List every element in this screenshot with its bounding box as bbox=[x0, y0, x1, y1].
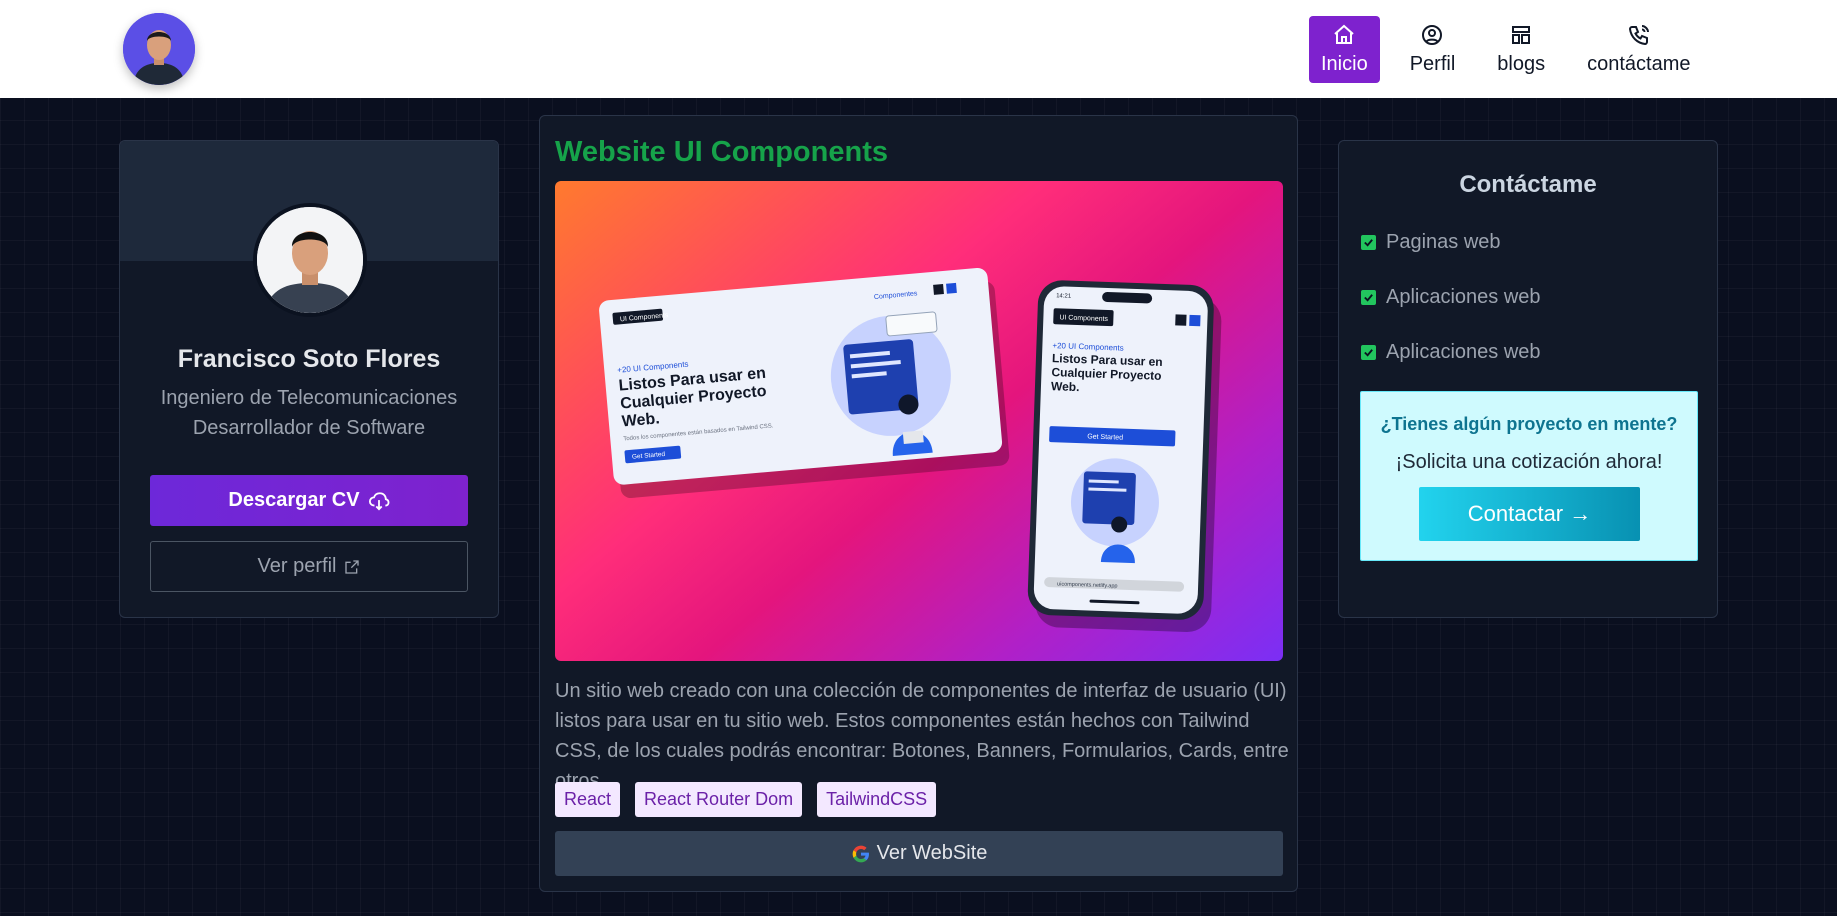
view-profile-button[interactable]: Ver perfil bbox=[150, 541, 468, 592]
person-portrait-icon bbox=[257, 207, 363, 313]
tag-tailwindcss[interactable]: TailwindCSS bbox=[817, 782, 937, 817]
project-description: Un sitio web creado con una colección de… bbox=[555, 680, 1289, 792]
service-label: Aplicaciones web bbox=[1386, 341, 1541, 363]
nav-item-inicio[interactable]: Inicio bbox=[1309, 16, 1380, 83]
contact-card: Contáctame Paginas web Aplicaciones web … bbox=[1338, 140, 1718, 618]
view-website-label: Ver WebSite bbox=[876, 842, 988, 864]
logo-avatar[interactable] bbox=[123, 13, 195, 85]
nav-label: Perfil bbox=[1409, 53, 1456, 75]
profile-card: Francisco Soto Flores Ingeniero de Telec… bbox=[119, 140, 499, 618]
view-website-button[interactable]: Ver WebSite bbox=[555, 831, 1283, 876]
service-label: Aplicaciones web bbox=[1386, 286, 1541, 308]
profile-role-line: Desarrollador de Software bbox=[192, 417, 426, 439]
google-icon bbox=[852, 845, 869, 862]
cta-subtitle: ¡Solicita una cotización ahora! bbox=[1395, 451, 1663, 473]
profile-name: Francisco Soto Flores bbox=[177, 345, 441, 373]
phone-call-icon bbox=[1628, 25, 1649, 46]
svg-text:14:21: 14:21 bbox=[1056, 293, 1072, 300]
quote-cta-box: ¿Tienes algún proyecto en mente? ¡Solici… bbox=[1360, 391, 1698, 561]
nav-label: Inicio bbox=[1321, 53, 1368, 75]
nav-label: contáctame bbox=[1587, 53, 1691, 75]
top-header: Inicio Perfil blogs contáctame bbox=[0, 0, 1837, 98]
external-link-icon bbox=[345, 559, 360, 574]
download-cv-button[interactable]: Descargar CV bbox=[150, 475, 468, 526]
profile-photo bbox=[253, 203, 367, 317]
svg-text:Get Started: Get Started bbox=[1087, 433, 1123, 441]
service-item: Aplicaciones web bbox=[1361, 341, 1541, 364]
service-item: Paginas web bbox=[1361, 231, 1501, 254]
nav-item-perfil[interactable]: Perfil bbox=[1398, 16, 1468, 83]
profile-role-line: Ingeniero de Telecomunicaciones bbox=[160, 387, 458, 409]
svg-text:Web.: Web. bbox=[1051, 379, 1080, 394]
view-profile-label: Ver perfil bbox=[257, 555, 337, 577]
nav-item-contactame[interactable]: contáctame bbox=[1575, 16, 1702, 83]
check-icon bbox=[1361, 345, 1376, 360]
tag-react[interactable]: React bbox=[555, 782, 621, 817]
check-icon bbox=[1361, 235, 1376, 250]
svg-text:Web.: Web. bbox=[621, 410, 660, 430]
person-avatar-icon bbox=[123, 13, 195, 85]
tech-tags: React React Router Dom TailwindCSS bbox=[555, 782, 937, 817]
download-cv-label: Descargar CV bbox=[228, 489, 360, 511]
home-icon bbox=[1334, 24, 1355, 44]
project-title: Website UI Components bbox=[555, 136, 888, 168]
tag-react-router-dom[interactable]: React Router Dom bbox=[635, 782, 803, 817]
layout-icon bbox=[1512, 26, 1531, 44]
project-card: Website UI Components UI Components Comp… bbox=[539, 115, 1298, 892]
user-circle-icon bbox=[1422, 25, 1443, 45]
service-label: Paginas web bbox=[1386, 231, 1501, 253]
cloud-download-icon bbox=[368, 491, 390, 510]
contact-title: Contáctame bbox=[1459, 171, 1597, 198]
nav-label: blogs bbox=[1497, 53, 1546, 75]
main-nav: Inicio Perfil blogs contáctame bbox=[1309, 16, 1720, 83]
cta-question: ¿Tienes algún proyecto en mente? bbox=[1380, 414, 1678, 434]
contact-button[interactable]: Contactar → bbox=[1419, 487, 1640, 541]
check-icon bbox=[1361, 290, 1376, 305]
project-preview-image: UI Components Componentes +20 UI Compone… bbox=[555, 181, 1283, 661]
nav-item-blogs[interactable]: blogs bbox=[1485, 16, 1557, 83]
ui-mockup-illustration: UI Components Componentes +20 UI Compone… bbox=[599, 267, 1222, 632]
service-item: Aplicaciones web bbox=[1361, 286, 1541, 309]
